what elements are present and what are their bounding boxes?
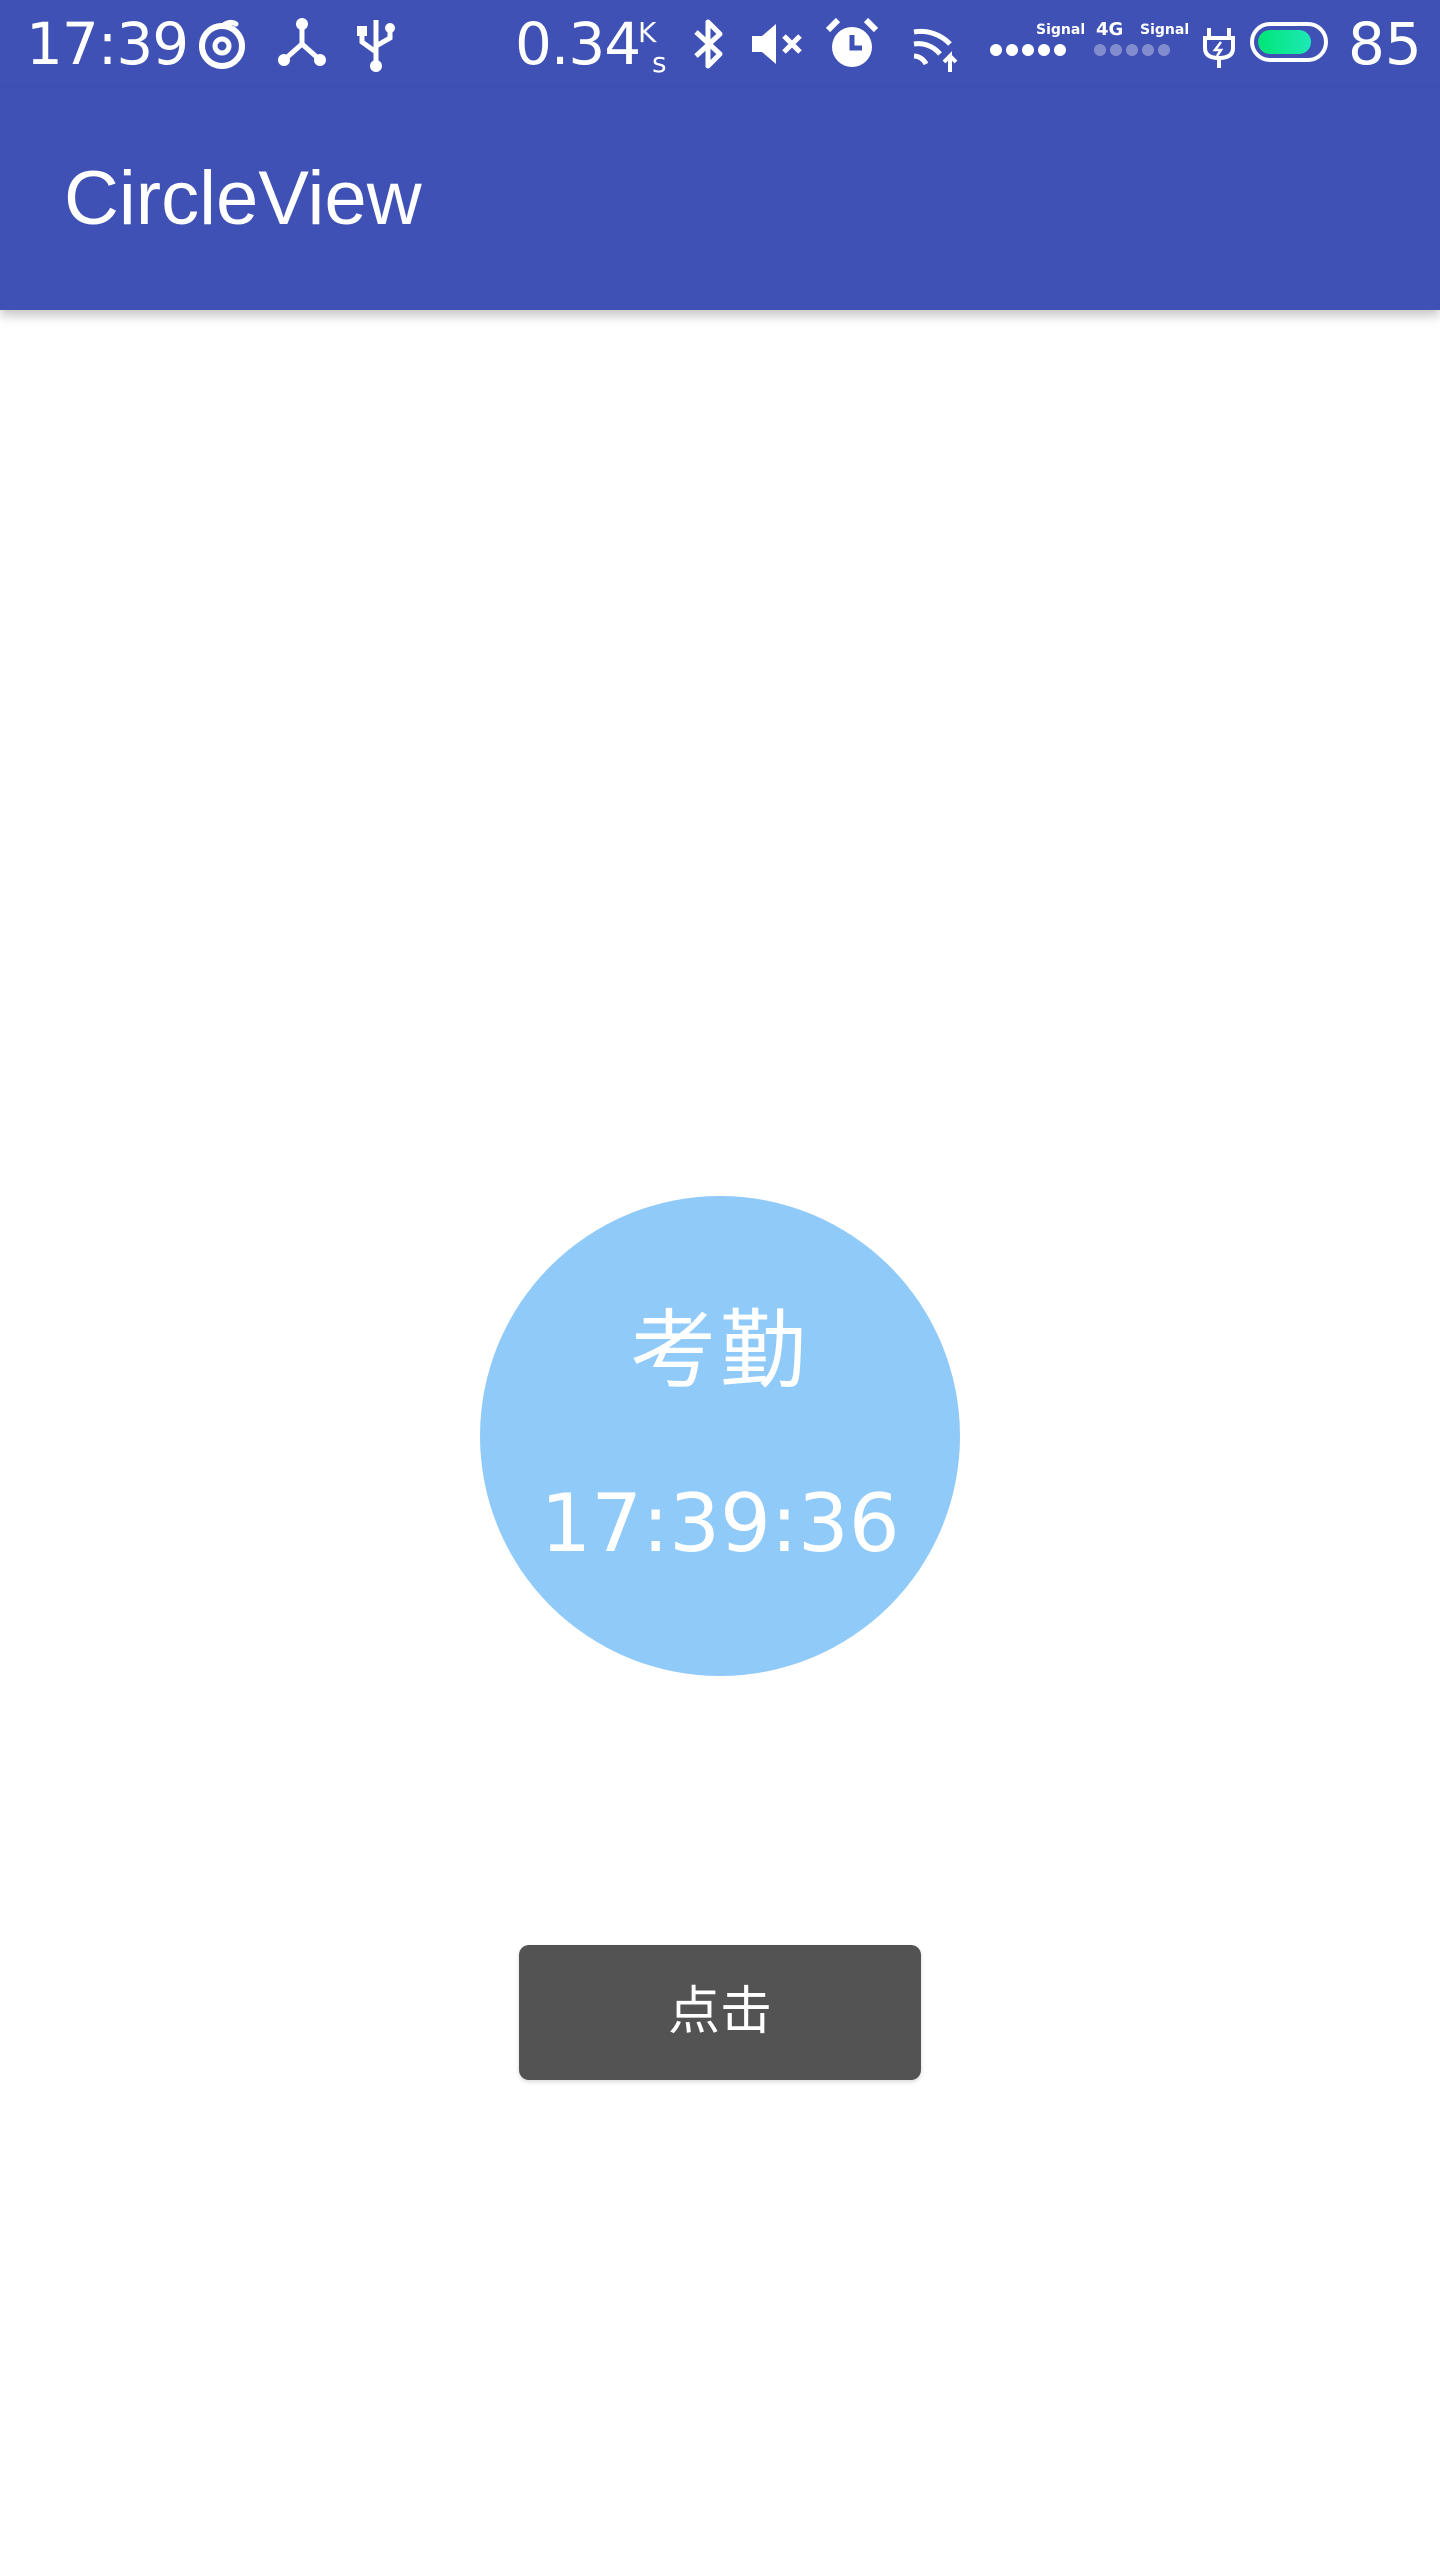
network-speed-unit: K s [638,18,667,78]
mute-icon [748,14,808,74]
wifi-icon [906,14,966,74]
netease-music-icon [192,14,252,74]
app-title: CircleView [64,156,422,241]
network-speed: 0.34 [515,10,641,78]
signal-strength-2: 4G Signal [1094,19,1190,66]
bluetooth-icon [678,14,738,74]
signal-strength-1: Signal [990,22,1086,66]
status-bar: 17:39 0.34 K s Signal 4G Signal 85 [0,0,1440,88]
click-button[interactable]: 点击 [519,1945,921,2080]
attendance-clock: 17:39:36 [540,1477,900,1570]
signal-2-label: Signal [1140,22,1190,38]
network-type-label: 4G [1096,19,1124,40]
alarm-icon [822,14,882,74]
status-time: 17:39 [26,10,189,78]
share-hub-icon [272,14,332,74]
attendance-circle[interactable]: 考勤 17:39:36 [480,1196,960,1676]
speed-unit-top: K [638,16,657,49]
speed-unit-bottom: s [652,46,667,79]
signal-1-label: Signal [1036,22,1086,38]
usb-icon [346,14,406,74]
battery-level: 85 [1348,10,1422,78]
battery-icon [1250,22,1328,62]
charging-plug-icon [1196,14,1242,74]
battery-fill [1258,30,1311,54]
app-bar: CircleView [0,88,1440,310]
attendance-label: 考勤 [630,1301,810,1401]
